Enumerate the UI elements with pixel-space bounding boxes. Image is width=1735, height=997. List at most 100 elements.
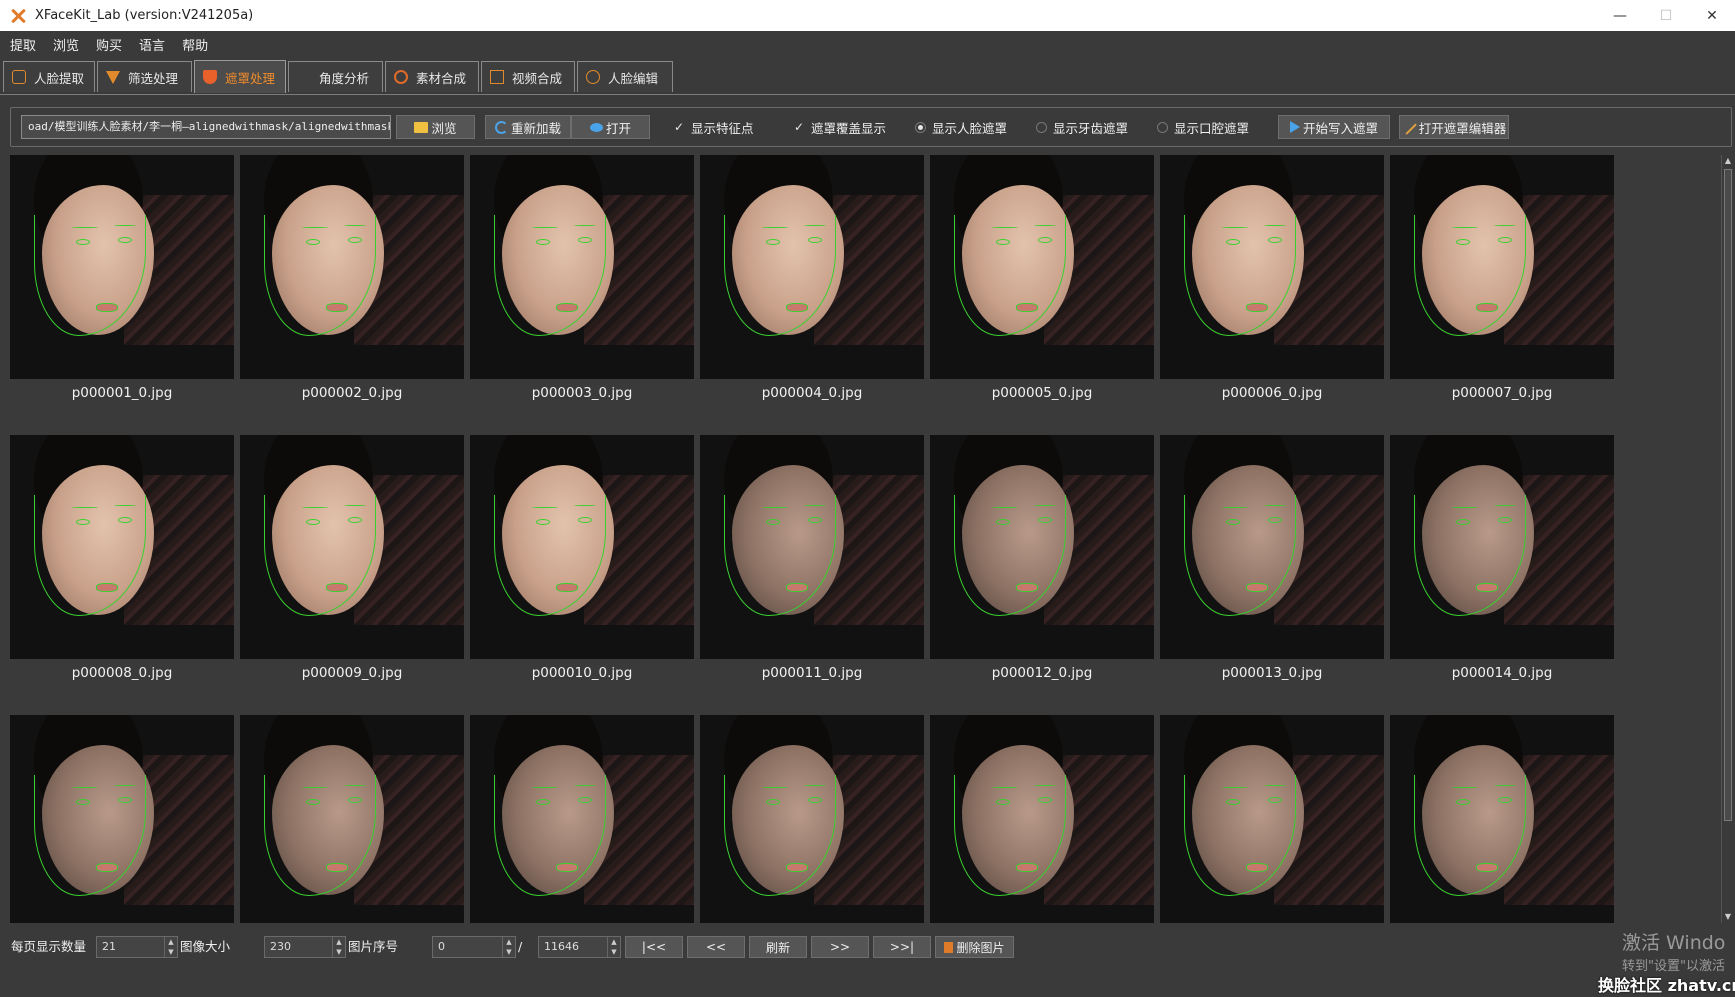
window-controls: — ☐ ✕ <box>1597 0 1735 31</box>
face-thumbnail-image[interactable] <box>1390 155 1614 379</box>
face-thumbnail-image[interactable] <box>10 715 234 923</box>
face-thumbnail-image[interactable] <box>10 155 234 379</box>
thumbnail-item[interactable]: p000001_0.jpg <box>10 155 234 401</box>
show-landmarks-label: 显示特征点 <box>691 120 754 136</box>
scroll-down-icon[interactable]: ▼ <box>1723 912 1733 922</box>
thumbnail-item[interactable]: p000003_0.jpg <box>470 155 694 401</box>
browse-button[interactable]: 浏览 <box>396 115 475 139</box>
face-thumbnail-image[interactable] <box>240 435 464 659</box>
restore-button[interactable]: ☐ <box>1643 0 1689 31</box>
delete-image-button[interactable]: 删除图片 <box>935 936 1014 958</box>
tab-filter[interactable]: 筛选处理 <box>97 61 192 92</box>
face-thumbnail-image[interactable] <box>470 155 694 379</box>
thumbnail-filename: p000012_0.jpg <box>991 665 1093 681</box>
menu-language[interactable]: 语言 <box>129 35 172 54</box>
face-thumbnail-image[interactable] <box>700 155 924 379</box>
thumbnail-item[interactable]: p000012_0.jpg <box>930 435 1154 681</box>
open-mask-editor-button[interactable]: 打开遮罩编辑器 <box>1399 115 1509 139</box>
thumbnail-item[interactable]: p000010_0.jpg <box>470 435 694 681</box>
radio-face-mask[interactable]: 显示人脸遮罩 <box>915 115 1007 139</box>
thumbnail-filename: p000009_0.jpg <box>301 665 403 681</box>
thumbnail-item[interactable] <box>240 715 464 923</box>
radio-teeth-mask[interactable]: 显示牙齿遮罩 <box>1036 115 1128 139</box>
face-thumbnail-image[interactable] <box>240 155 464 379</box>
face-thumbnail-image[interactable] <box>700 715 924 923</box>
face-thumbnail-image[interactable] <box>10 435 234 659</box>
thumbnail-item[interactable]: p000014_0.jpg <box>1390 435 1614 681</box>
tab-mask[interactable]: 遮罩处理 <box>194 60 286 93</box>
tab-video-merge[interactable]: 视频合成 <box>481 61 575 92</box>
thumbnail-item[interactable]: p000007_0.jpg <box>1390 155 1614 401</box>
thumbnail-filename: p000001_0.jpg <box>71 385 173 401</box>
thumbnail-item[interactable]: p000006_0.jpg <box>1160 155 1384 401</box>
thumbnail-item[interactable]: p000002_0.jpg <box>240 155 464 401</box>
face-thumbnail-image[interactable] <box>930 155 1154 379</box>
thumbnail-item[interactable]: p000005_0.jpg <box>930 155 1154 401</box>
face-thumbnail-image[interactable] <box>930 715 1154 923</box>
face-thumbnail-image[interactable] <box>470 715 694 923</box>
vertical-scrollbar[interactable]: ▲ ▼ <box>1721 155 1734 923</box>
face-thumbnail-image[interactable] <box>1160 435 1384 659</box>
spin-arrows-icon[interactable]: ▲ ▼ <box>607 937 620 957</box>
tab-material-merge[interactable]: 素材合成 <box>385 61 479 92</box>
minimize-button[interactable]: — <box>1597 0 1643 31</box>
show-landmarks-checkbox[interactable]: ✓ 显示特征点 <box>673 115 754 139</box>
image-size-spinbox[interactable]: 230 ▲ ▼ <box>264 936 346 958</box>
scroll-up-icon[interactable]: ▲ <box>1723 156 1733 166</box>
thumbnail-item[interactable]: p000004_0.jpg <box>700 155 924 401</box>
per-page-spinbox[interactable]: 21 ▲ ▼ <box>96 936 178 958</box>
tab-face-edit[interactable]: 人脸编辑 <box>577 61 673 92</box>
face-thumbnail-image[interactable] <box>470 435 694 659</box>
menu-help[interactable]: 帮助 <box>172 35 215 54</box>
activate-windows-watermark: 激活 Windo <box>1622 932 1726 954</box>
face-thumbnail-image[interactable] <box>700 435 924 659</box>
next-page-button[interactable]: >> <box>811 936 869 958</box>
menu-purchase[interactable]: 购买 <box>86 35 129 54</box>
open-button[interactable]: 打开 <box>571 115 650 139</box>
thumbnail-item[interactable]: p000009_0.jpg <box>240 435 464 681</box>
thumbnail-item[interactable]: p000011_0.jpg <box>700 435 924 681</box>
first-page-button[interactable]: |<< <box>625 936 683 958</box>
spin-arrows-icon[interactable]: ▲ ▼ <box>332 937 345 957</box>
folder-path-input[interactable]: oad/模型训练人脸素材/李一桐—alignedwithmask/aligned… <box>21 115 391 139</box>
menu-extract[interactable]: 提取 <box>0 35 43 54</box>
thumbnail-item[interactable] <box>1160 715 1384 923</box>
thumbnail-item[interactable] <box>470 715 694 923</box>
face-thumbnail-image[interactable] <box>1390 715 1614 923</box>
thumbnail-filename: p000010_0.jpg <box>531 665 633 681</box>
face-thumbnail-image[interactable] <box>1390 435 1614 659</box>
menu-browse[interactable]: 浏览 <box>43 35 86 54</box>
tab-face-extract[interactable]: 人脸提取 <box>3 61 95 92</box>
open-mask-editor-label: 打开遮罩编辑器 <box>1418 120 1507 136</box>
thumbnail-item[interactable] <box>1390 715 1614 923</box>
tab-label: 人脸编辑 <box>608 70 659 86</box>
tab-label: 人脸提取 <box>34 70 85 86</box>
scrollbar-thumb[interactable] <box>1724 169 1732 821</box>
radio-selected-icon <box>915 121 926 133</box>
refresh-button[interactable]: 刷新 <box>749 936 807 958</box>
face-thumbnail-image[interactable] <box>1160 155 1384 379</box>
face-thumbnail-image[interactable] <box>1160 715 1384 923</box>
tab-angle-analysis[interactable]: 角度分析 <box>288 61 383 239</box>
page-separator: / <box>518 939 523 954</box>
prev-page-button[interactable]: << <box>687 936 745 958</box>
face-thumbnail-image[interactable] <box>930 435 1154 659</box>
spin-arrows-icon[interactable]: ▲ ▼ <box>164 937 177 957</box>
mask-overlay-checkbox[interactable]: ✓ 遮罩覆盖显示 <box>793 115 886 139</box>
thumbnail-item[interactable] <box>10 715 234 923</box>
thumbnail-item[interactable] <box>930 715 1154 923</box>
last-page-button[interactable]: >>| <box>873 936 931 958</box>
image-index-spinbox[interactable]: 0 ▲ ▼ <box>432 936 516 958</box>
face-thumbnail-image[interactable] <box>240 715 464 923</box>
thumbnail-item[interactable]: p000008_0.jpg <box>10 435 234 681</box>
total-count-spinbox[interactable]: 11646 ▲ ▼ <box>538 936 621 958</box>
thumbnail-item[interactable]: p000013_0.jpg <box>1160 435 1384 681</box>
thumbnail-item[interactable] <box>700 715 924 923</box>
image-index-label: 图片序号 <box>348 939 399 954</box>
browse-label: 浏览 <box>431 120 457 136</box>
close-button[interactable]: ✕ <box>1689 0 1735 31</box>
start-write-mask-button[interactable]: 开始写入遮罩 <box>1278 115 1390 139</box>
spin-arrows-icon[interactable]: ▲ ▼ <box>502 937 515 957</box>
reload-button[interactable]: 重新加载 <box>485 115 571 139</box>
radio-mouth-mask[interactable]: 显示口腔遮罩 <box>1157 115 1249 139</box>
